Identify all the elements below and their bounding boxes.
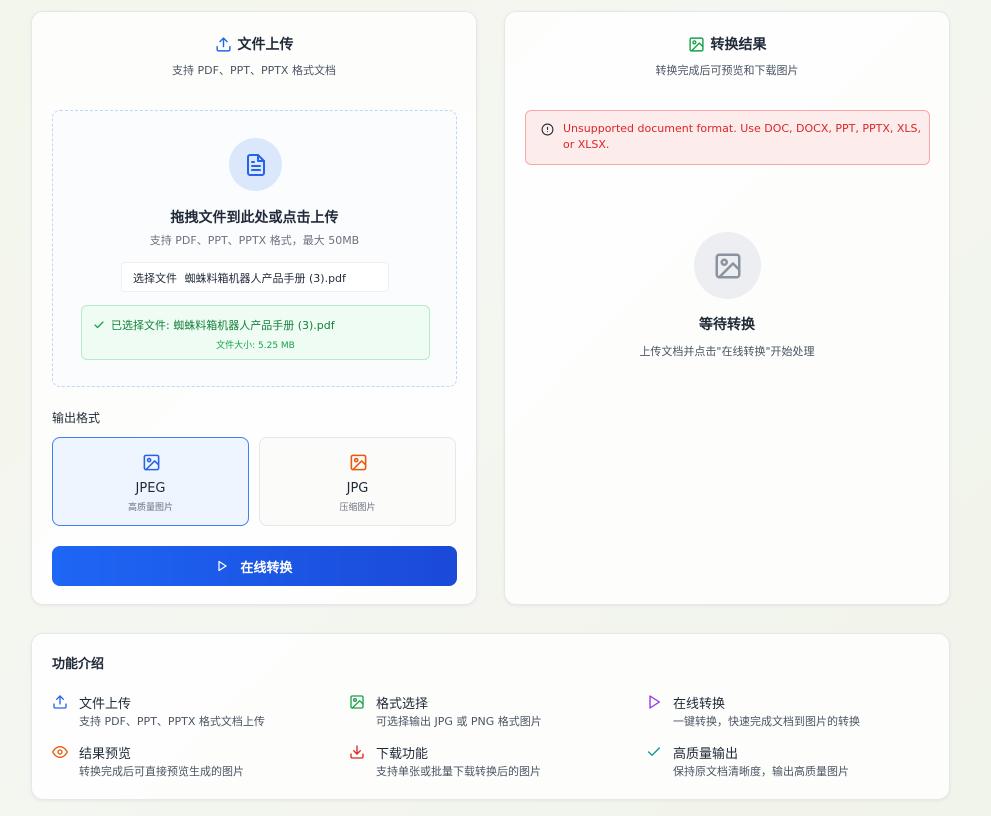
upload-subtitle: 支持 PDF、PPT、PPTX 格式文档 <box>172 64 336 77</box>
feature-name: 文件上传 <box>79 697 132 712</box>
eye-icon <box>52 746 68 758</box>
file-input[interactable]: 选择文件 蜘蛛料箱机器人产品手册 (3).pdf <box>121 262 389 292</box>
convert-button[interactable]: 在线转换 <box>52 546 457 586</box>
check-icon <box>648 747 660 756</box>
feature-desc: 可选择输出 JPG 或 PNG 格式图片 <box>376 715 542 728</box>
image-icon <box>350 454 367 471</box>
result-title: 转换结果 <box>505 34 949 54</box>
format-name: JPEG <box>135 481 166 496</box>
choose-file-button[interactable]: 选择文件 <box>133 272 177 285</box>
upload-icon <box>215 36 231 52</box>
image-icon <box>350 695 364 709</box>
selected-file-size: 文件大小: 5.25 MB <box>216 341 295 351</box>
file-input-filename: 蜘蛛料箱机器人产品手册 (3).pdf <box>184 272 346 285</box>
dropzone-hint: 支持 PDF、PPT、PPTX 格式，最大 50MB <box>149 234 360 247</box>
check-icon <box>94 321 104 329</box>
upload-header: 文件上传 支持 PDF、PPT、PPTX 格式文档 <box>32 34 476 78</box>
image-icon <box>688 36 704 52</box>
error-message: Unsupported document format. Use DOC, DO… <box>563 122 922 151</box>
features-title: 功能介绍 <box>52 657 105 672</box>
document-icon-circle <box>229 138 282 191</box>
upload-title: 文件上传 <box>32 34 476 54</box>
format-desc: 压缩图片 <box>339 503 376 513</box>
result-title-text: 转换结果 <box>710 37 767 53</box>
image-placeholder-icon <box>715 253 740 278</box>
result-header: 转换结果 转换完成后可预览和下载图片 <box>505 34 949 78</box>
feature-desc: 支持单张或批量下载转换后的图片 <box>376 765 541 778</box>
features-card: 功能介绍 文件上传 支持 PDF、PPT、PPTX 格式文档上传 格式选择 可选… <box>31 633 950 800</box>
alert-circle-icon <box>541 123 554 136</box>
feature-name: 下载功能 <box>376 747 429 762</box>
upload-card: 文件上传 支持 PDF、PPT、PPTX 格式文档 拖拽文件到此处或点击上传 支… <box>31 11 477 605</box>
error-alert: Unsupported document format. Use DOC, DO… <box>525 110 930 165</box>
waiting-icon-circle <box>694 232 761 299</box>
format-option-jpg[interactable]: JPG 压缩图片 <box>259 437 456 526</box>
feature-name: 结果预览 <box>79 747 132 762</box>
upload-dropzone[interactable]: 拖拽文件到此处或点击上传 支持 PDF、PPT、PPTX 格式，最大 50MB … <box>52 110 457 387</box>
feature-name: 格式选择 <box>376 697 429 712</box>
selected-file-line: 已选择文件: 蜘蛛料箱机器人产品手册 (3).pdf <box>93 317 335 333</box>
dropzone-title: 拖拽文件到此处或点击上传 <box>170 210 339 226</box>
result-subtitle: 转换完成后可预览和下载图片 <box>655 64 799 77</box>
waiting-subtitle: 上传文档并点击"在线转换"开始处理 <box>639 345 815 358</box>
play-icon <box>649 695 660 709</box>
result-card: 转换结果 转换完成后可预览和下载图片 Unsupported document … <box>504 11 950 605</box>
feature-desc: 一键转换，快速完成文档到图片的转换 <box>673 715 860 728</box>
feature-desc: 支持 PDF、PPT、PPTX 格式文档上传 <box>79 715 265 728</box>
image-icon <box>143 454 160 471</box>
selected-file-box: 已选择文件: 蜘蛛料箱机器人产品手册 (3).pdf 文件大小: 5.25 MB <box>81 305 430 360</box>
waiting-title: 等待转换 <box>699 317 755 333</box>
output-format-label: 输出格式 <box>52 411 101 425</box>
format-option-jpeg[interactable]: JPEG 高质量图片 <box>52 437 249 526</box>
format-name: JPG <box>346 481 369 496</box>
feature-name: 高质量输出 <box>673 747 739 762</box>
feature-name: 在线转换 <box>673 697 726 712</box>
convert-button-label: 在线转换 <box>240 560 293 576</box>
feature-desc: 转换完成后可直接预览生成的图片 <box>79 765 244 778</box>
feature-desc: 保持原文档清晰度，输出高质量图片 <box>673 765 849 778</box>
document-icon <box>246 153 265 176</box>
upload-icon <box>53 695 67 709</box>
download-icon <box>350 745 364 759</box>
play-icon <box>218 560 228 572</box>
upload-title-text: 文件上传 <box>237 37 294 53</box>
format-desc: 高质量图片 <box>127 503 173 513</box>
selected-file-label: 已选择文件: 蜘蛛料箱机器人产品手册 (3).pdf <box>111 319 335 332</box>
